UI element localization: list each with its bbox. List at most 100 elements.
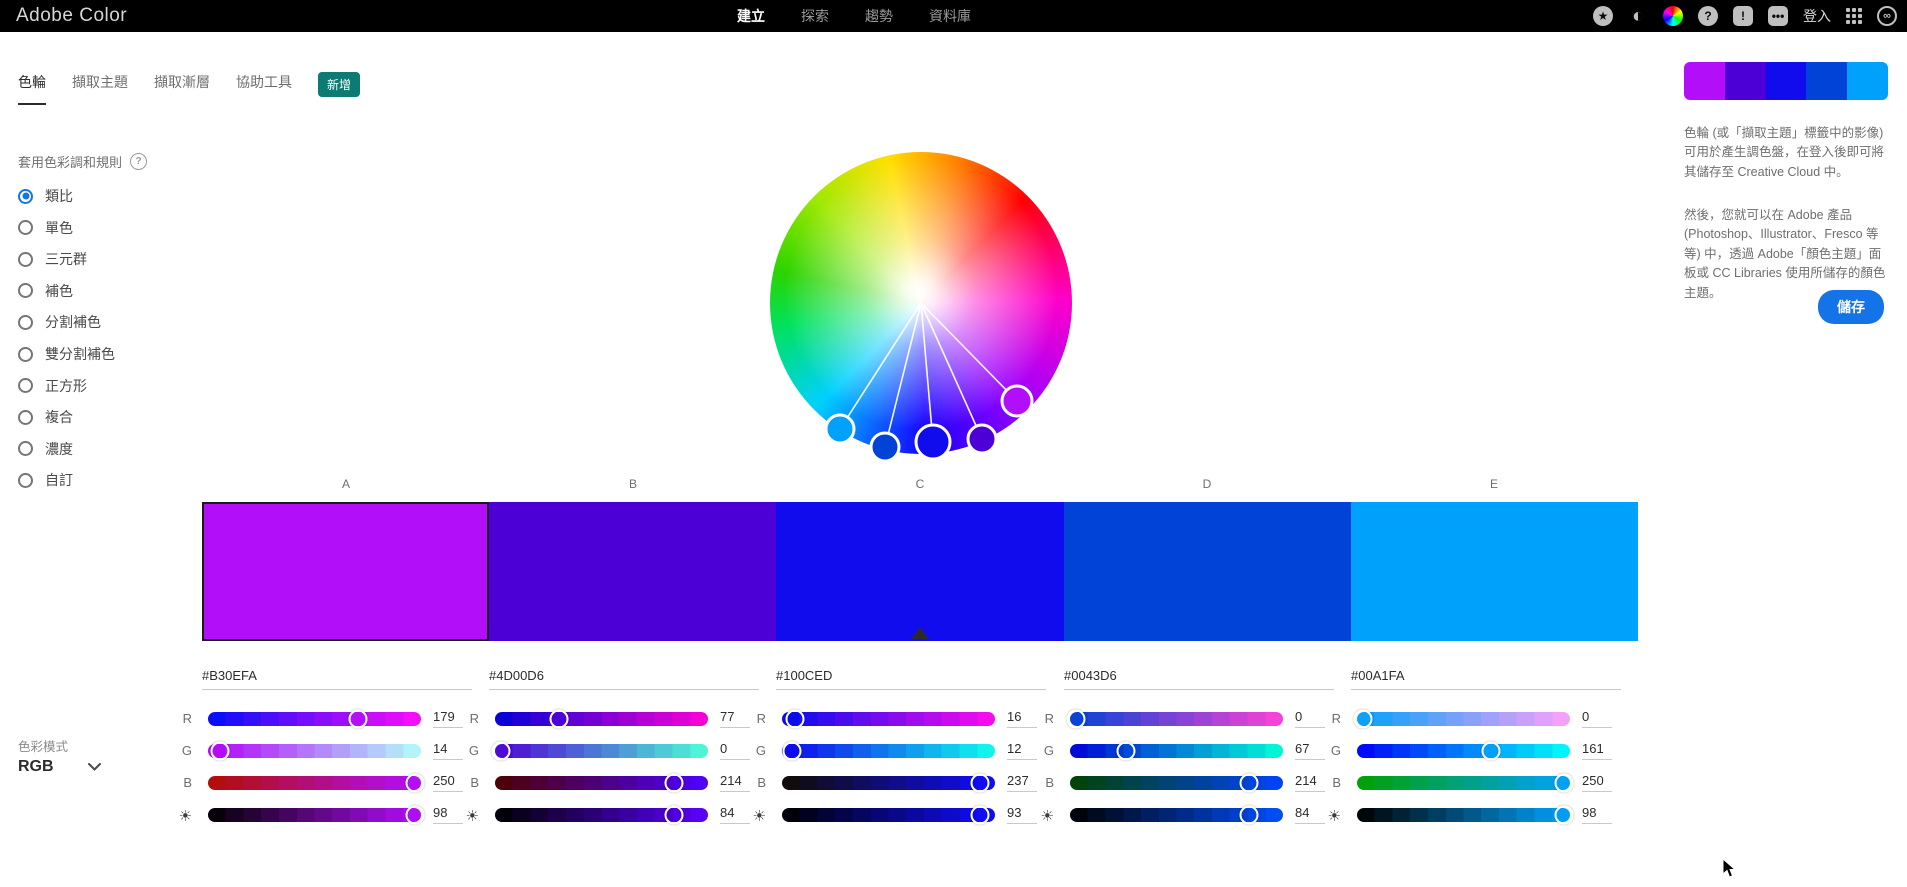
harmony-option-3[interactable]: 三元群: [18, 249, 87, 269]
nav-item-trends[interactable]: 趨勢: [865, 6, 893, 26]
slider-g-D[interactable]: [1070, 744, 1283, 758]
tab-extract-gradient[interactable]: 擷取漸層: [154, 72, 210, 105]
tool-tabs: 色輪 擷取主題 擷取漸層 協助工具 新增: [18, 72, 360, 105]
slider-value-g[interactable]: 161: [1582, 741, 1612, 760]
slider-handle[interactable]: [1239, 806, 1258, 825]
slider-handle[interactable]: [664, 806, 683, 825]
wheel-handle-A[interactable]: [1002, 386, 1032, 416]
harmony-option-1[interactable]: 類比: [18, 186, 73, 206]
apps-grid-icon[interactable]: [1846, 8, 1862, 24]
favorites-star-icon[interactable]: ★: [1593, 6, 1613, 26]
creative-cloud-icon[interactable]: ∞: [1877, 6, 1897, 26]
slider-handle[interactable]: [492, 741, 511, 760]
slider-handle[interactable]: [1554, 773, 1573, 792]
slider-handle[interactable]: [348, 710, 367, 729]
feedback-icon[interactable]: !: [1733, 6, 1753, 26]
slider-r-C[interactable]: [782, 712, 995, 726]
slider-g-B[interactable]: [495, 744, 708, 758]
slider-r-D[interactable]: [1070, 712, 1283, 726]
tab-extract-theme[interactable]: 擷取主題: [72, 72, 128, 105]
harmony-option-6[interactable]: 雙分割補色: [18, 344, 115, 364]
swatch-C[interactable]: [776, 502, 1063, 641]
slider-handle[interactable]: [210, 741, 229, 760]
wheel-handle-E[interactable]: [826, 415, 854, 443]
hex-field-B[interactable]: #4D00D6: [489, 668, 759, 690]
radio-icon: [18, 378, 33, 393]
slider-brightness-A[interactable]: [208, 808, 421, 822]
swatch-B[interactable]: [489, 502, 776, 641]
help-icon[interactable]: ?: [1698, 6, 1718, 26]
wheel-handle-B[interactable]: [968, 425, 996, 453]
hex-field-D[interactable]: #0043D6: [1064, 668, 1334, 690]
wheel-handle-C[interactable]: [916, 425, 950, 459]
slider-g-C[interactable]: [782, 744, 995, 758]
slider-g-E[interactable]: [1357, 744, 1570, 758]
hex-field-C[interactable]: #100CED: [776, 668, 1046, 690]
hex-field-E[interactable]: #00A1FA: [1351, 668, 1621, 690]
slider-value-r[interactable]: 0: [1582, 709, 1612, 728]
harmony-option-4[interactable]: 補色: [18, 281, 73, 301]
slider-handle[interactable]: [1116, 741, 1135, 760]
chat-icon[interactable]: •••: [1768, 6, 1788, 26]
slider-brightness-C[interactable]: [782, 808, 995, 822]
slider-handle[interactable]: [1482, 741, 1501, 760]
harmony-option-2[interactable]: 單色: [18, 218, 73, 238]
channel-label-g: G: [1032, 743, 1054, 758]
nav-item-explore[interactable]: 探索: [801, 6, 829, 26]
slider-brightness-B[interactable]: [495, 808, 708, 822]
slider-b-B[interactable]: [495, 776, 708, 790]
color-mode-select[interactable]: RGB: [18, 758, 101, 776]
tab-accessibility[interactable]: 協助工具: [236, 72, 292, 105]
slider-handle[interactable]: [664, 773, 683, 792]
slider-r-B[interactable]: [495, 712, 708, 726]
harmony-option-8[interactable]: 複合: [18, 407, 73, 427]
swatch-E[interactable]: [1351, 502, 1638, 641]
adobe-color-app: Adobe Color 建立 探索 趨勢 資料庫 ★ ◐ . ? ! ••• 登…: [0, 0, 1907, 887]
slider-r-E[interactable]: [1357, 712, 1570, 726]
radio-icon: [18, 315, 33, 330]
channel-label-r: R: [1319, 711, 1341, 726]
slider-b-E[interactable]: [1357, 776, 1570, 790]
nav-item-create[interactable]: 建立: [737, 6, 765, 26]
wheel-handle-D[interactable]: [871, 433, 899, 461]
slider-handle[interactable]: [550, 710, 569, 729]
slider-handle[interactable]: [971, 806, 990, 825]
swatch-D[interactable]: [1064, 502, 1351, 641]
slider-handle[interactable]: [1067, 710, 1086, 729]
slider-r-A[interactable]: [208, 712, 421, 726]
color-wheel-icon[interactable]: .: [1663, 6, 1683, 26]
top-header-bar: Adobe Color 建立 探索 趨勢 資料庫 ★ ◐ . ? ! ••• 登…: [0, 0, 1907, 32]
slider-b-C[interactable]: [782, 776, 995, 790]
slider-handle[interactable]: [405, 773, 424, 792]
save-button[interactable]: 儲存: [1818, 290, 1884, 324]
slider-b-A[interactable]: [208, 776, 421, 790]
tab-color-wheel[interactable]: 色輪: [18, 72, 46, 105]
slider-brightness-E[interactable]: [1357, 808, 1570, 822]
slider-handle[interactable]: [405, 806, 424, 825]
contrast-icon[interactable]: ◐: [1628, 6, 1648, 26]
hex-field-A[interactable]: #B30EFA: [202, 668, 472, 690]
slider-handle[interactable]: [783, 741, 802, 760]
slider-value-brightness[interactable]: 98: [1582, 805, 1612, 824]
header-icon-group: ★ ◐ . ? ! ••• 登入 ∞: [1593, 0, 1897, 32]
slider-handle[interactable]: [970, 773, 989, 792]
slider-brightness-D[interactable]: [1070, 808, 1283, 822]
slider-handle[interactable]: [1554, 806, 1573, 825]
slider-handle[interactable]: [1239, 773, 1258, 792]
sign-in-link[interactable]: 登入: [1803, 6, 1831, 26]
harmony-option-9[interactable]: 濃度: [18, 439, 73, 459]
theme-preview-strip[interactable]: [1684, 62, 1888, 100]
harmony-option-5[interactable]: 分割補色: [18, 312, 101, 332]
harmony-help-icon[interactable]: ?: [130, 153, 147, 170]
swatch-A[interactable]: [202, 502, 489, 641]
slider-g-A[interactable]: [208, 744, 421, 758]
slider-b-D[interactable]: [1070, 776, 1283, 790]
harmony-option-7[interactable]: 正方形: [18, 376, 87, 396]
slider-handle[interactable]: [1354, 710, 1373, 729]
slider-handle[interactable]: [786, 710, 805, 729]
slider-value-b[interactable]: 250: [1582, 773, 1612, 792]
nav-item-libraries[interactable]: 資料庫: [929, 6, 971, 26]
swatch-letter-C: C: [916, 477, 925, 491]
harmony-option-10[interactable]: 自訂: [18, 470, 73, 490]
adobe-color-logo[interactable]: Adobe Color: [16, 0, 127, 32]
